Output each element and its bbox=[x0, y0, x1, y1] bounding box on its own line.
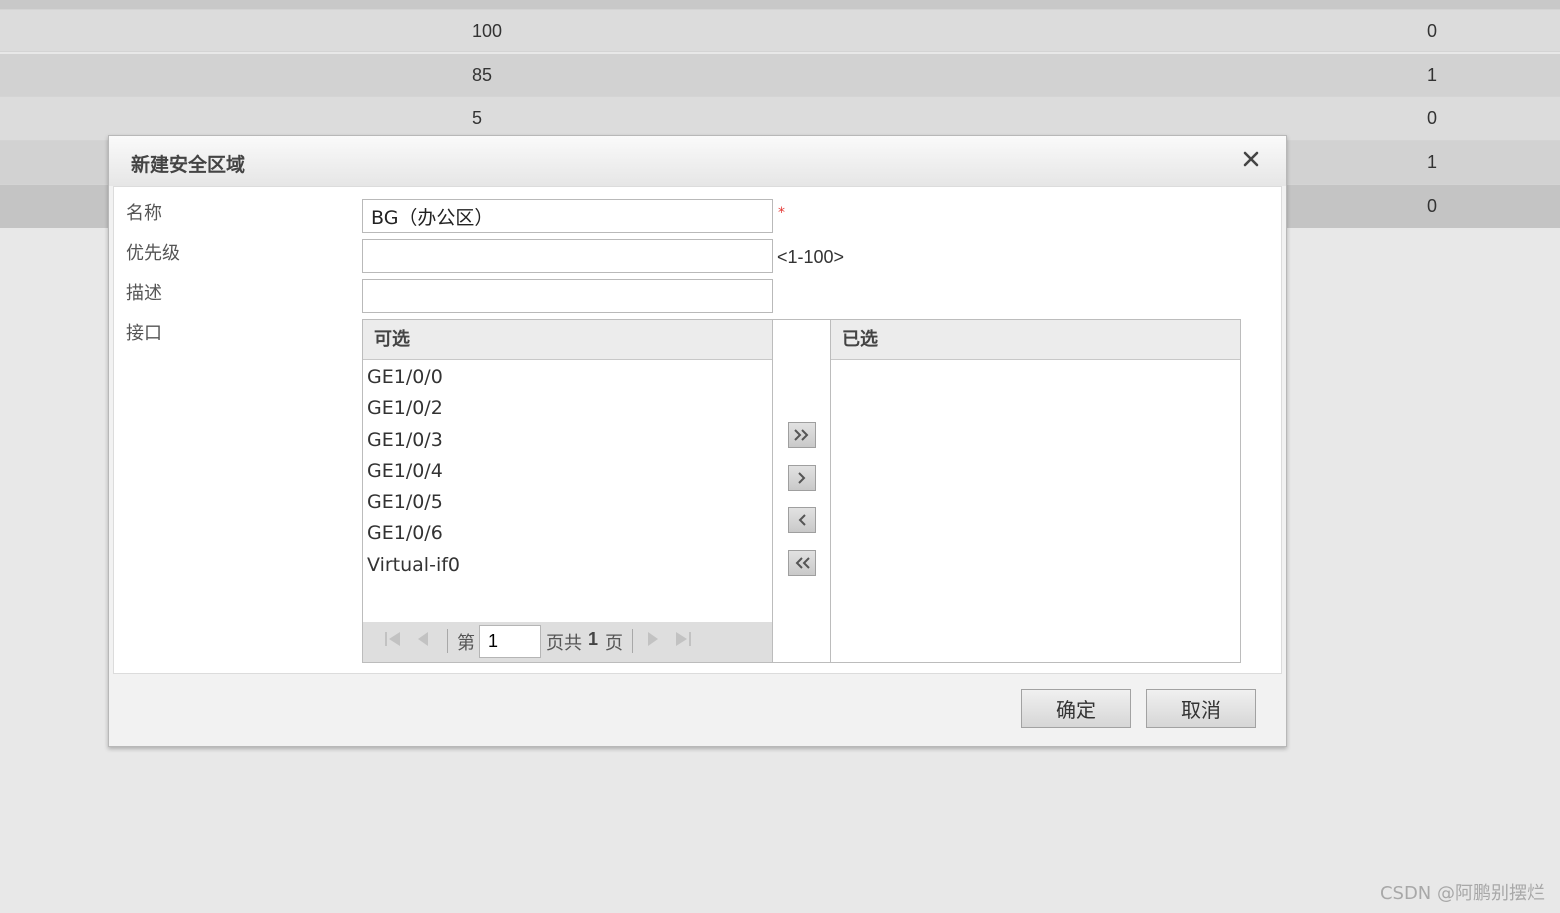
close-icon[interactable] bbox=[1242, 146, 1260, 174]
pager-suffix: 页 bbox=[605, 633, 623, 654]
dialog-header[interactable]: 新建安全区域 bbox=[109, 136, 1286, 186]
cancel-button[interactable]: 取消 bbox=[1146, 689, 1256, 728]
selected-list[interactable] bbox=[831, 360, 1240, 362]
table-cell-value: 100 bbox=[472, 21, 503, 41]
list-item[interactable]: GE1/0/0 bbox=[363, 362, 772, 393]
required-mark: * bbox=[778, 205, 785, 221]
list-item[interactable]: GE1/0/5 bbox=[363, 487, 772, 518]
selected-interfaces-panel: 已选 bbox=[830, 319, 1241, 663]
table-cell-count: 0 bbox=[1427, 108, 1438, 128]
last-page-icon[interactable] bbox=[673, 630, 693, 653]
description-input[interactable] bbox=[362, 279, 773, 313]
available-header: 可选 bbox=[363, 320, 772, 360]
selected-header: 已选 bbox=[831, 320, 1240, 360]
priority-label: 优先级 bbox=[126, 243, 180, 264]
move-all-right-icon[interactable] bbox=[788, 422, 816, 448]
move-left-icon[interactable] bbox=[788, 507, 816, 533]
list-item[interactable]: GE1/0/6 bbox=[363, 518, 772, 549]
pager-total-label: 页共 bbox=[546, 633, 582, 654]
new-security-zone-dialog: 新建安全区域 名称 * 优先级 <1-100> 描述 接口 可选 GE1/0/0… bbox=[108, 135, 1287, 747]
prev-page-icon[interactable] bbox=[415, 630, 431, 653]
pager-prefix: 第 bbox=[457, 633, 475, 654]
table-cell-count: 0 bbox=[1427, 196, 1438, 216]
watermark: CSDN @阿鹏别摆烂 bbox=[1379, 883, 1545, 904]
table-cell-value: 5 bbox=[472, 108, 483, 128]
table-row[interactable]: 85 1 bbox=[0, 54, 1560, 97]
priority-range-hint: <1-100> bbox=[777, 247, 845, 267]
available-interfaces-panel: 可选 GE1/0/0 GE1/0/2 GE1/0/3 GE1/0/4 GE1/0… bbox=[362, 319, 773, 663]
pager-divider bbox=[447, 629, 448, 653]
transfer-controls bbox=[773, 319, 831, 663]
dialog-title: 新建安全区域 bbox=[131, 154, 246, 176]
first-page-icon[interactable] bbox=[383, 630, 403, 653]
list-item[interactable]: GE1/0/2 bbox=[363, 393, 772, 424]
table-row[interactable]: 100 0 bbox=[0, 10, 1560, 52]
table-row bbox=[0, 0, 1560, 10]
name-input[interactable] bbox=[362, 199, 773, 233]
name-label: 名称 bbox=[126, 203, 162, 224]
priority-input[interactable] bbox=[362, 239, 773, 273]
ok-button[interactable]: 确定 bbox=[1021, 689, 1131, 728]
table-cell-value: 85 bbox=[472, 65, 493, 85]
list-item[interactable]: GE1/0/4 bbox=[363, 456, 772, 487]
pagination-bar: 第 页共 1 页 bbox=[363, 622, 772, 662]
list-item[interactable]: GE1/0/3 bbox=[363, 425, 772, 456]
page-number-input[interactable] bbox=[479, 625, 541, 658]
pager-divider bbox=[632, 629, 633, 653]
dialog-body: 名称 * 优先级 <1-100> 描述 接口 可选 GE1/0/0 GE1/0/… bbox=[113, 186, 1282, 674]
total-pages: 1 bbox=[588, 629, 599, 649]
table-cell-count: 1 bbox=[1427, 65, 1438, 85]
dialog-footer: 确定 取消 bbox=[109, 674, 1286, 746]
interface-label: 接口 bbox=[126, 323, 162, 344]
table-cell-count: 0 bbox=[1427, 21, 1438, 41]
list-item[interactable]: Virtual-if0 bbox=[363, 550, 772, 581]
move-all-left-icon[interactable] bbox=[788, 550, 816, 576]
table-cell-count: 1 bbox=[1427, 152, 1438, 172]
next-page-icon[interactable] bbox=[645, 630, 661, 653]
move-right-icon[interactable] bbox=[788, 465, 816, 491]
available-list: GE1/0/0 GE1/0/2 GE1/0/3 GE1/0/4 GE1/0/5 … bbox=[363, 360, 772, 581]
description-label: 描述 bbox=[126, 283, 162, 304]
